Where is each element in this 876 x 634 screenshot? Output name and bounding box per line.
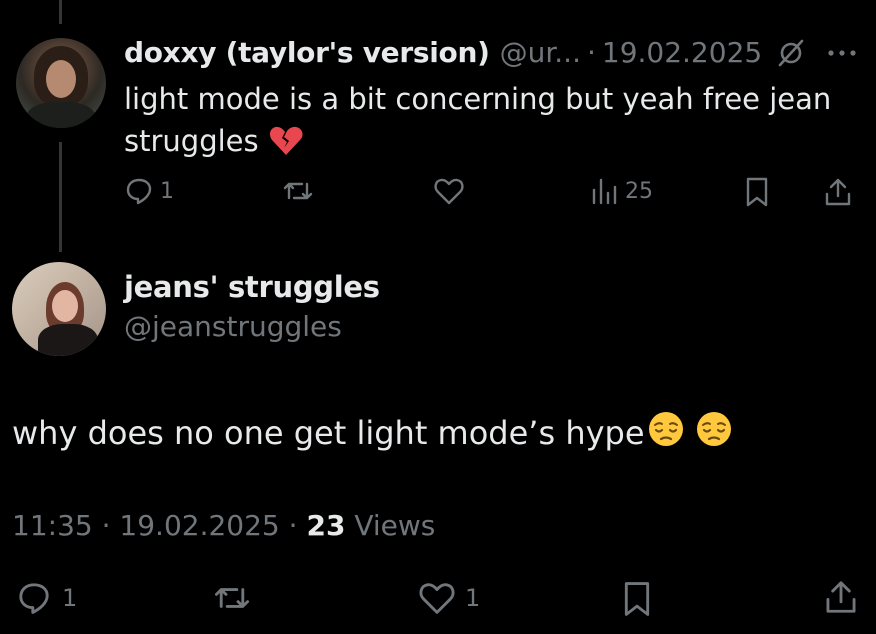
meta-separator: ·: [101, 509, 111, 542]
reply-icon: [16, 580, 52, 616]
main-like-action[interactable]: 1: [417, 580, 480, 616]
retweet-icon: [282, 176, 314, 206]
main-author-avatar[interactable]: [12, 262, 106, 356]
bookmark-action[interactable]: [743, 176, 771, 208]
main-reply-count: 1: [62, 584, 78, 612]
more-icon[interactable]: [824, 40, 860, 66]
main-bookmark-action[interactable]: [620, 580, 654, 618]
like-action[interactable]: [433, 176, 471, 206]
bookmark-icon: [743, 176, 771, 208]
retweet-action[interactable]: [282, 176, 320, 206]
main-tweet-body: why does no one get light mode’s hype: [12, 414, 645, 452]
thread-line-top: [59, 0, 62, 24]
reply-tweet-header: doxxy (taylor's version) @ur... · 19.02.…: [124, 34, 762, 70]
reply-tweet-body: light mode is a bit concerning but yeah …: [124, 82, 832, 158]
main-retweet-action[interactable]: [212, 580, 258, 616]
reply-count: 1: [160, 178, 174, 204]
reply-icon: [124, 176, 154, 206]
reply-action[interactable]: 1: [124, 176, 174, 206]
main-share-action[interactable]: [822, 578, 860, 616]
main-like-count: 1: [465, 584, 481, 612]
pensive-face-emoji-icon: [647, 410, 685, 456]
broken-heart-emoji-icon: [269, 125, 303, 168]
like-icon: [417, 580, 457, 616]
main-author-name[interactable]: jeans' struggles: [124, 270, 380, 304]
views-action[interactable]: 25: [589, 176, 653, 206]
views-count: 25: [625, 178, 653, 204]
main-tweet-views-label[interactable]: Views: [354, 509, 435, 542]
like-icon: [433, 176, 465, 206]
main-tweet-date[interactable]: 19.02.2025: [119, 509, 279, 542]
main-tweet-views-number[interactable]: 23: [306, 509, 345, 542]
thread-line-bottom: [59, 142, 62, 252]
reply-author-avatar[interactable]: [16, 38, 106, 128]
reply-author-name[interactable]: doxxy (taylor's version): [124, 36, 490, 69]
meta-separator: ·: [288, 509, 298, 542]
main-reply-action[interactable]: 1: [16, 580, 77, 616]
views-icon: [589, 176, 619, 206]
share-action[interactable]: [822, 176, 854, 208]
reply-tweet-text: light mode is a bit concerning but yeah …: [124, 78, 844, 168]
grok-icon[interactable]: [776, 38, 806, 68]
share-icon: [822, 176, 854, 208]
reply-author-handle[interactable]: @ur...: [500, 36, 581, 69]
retweet-icon: [212, 580, 252, 616]
main-tweet-text: why does no one get light mode’s hype: [12, 410, 733, 456]
share-icon: [822, 578, 860, 616]
main-tweet-meta: 11:35 · 19.02.2025 · 23 Views: [12, 509, 435, 542]
bookmark-icon: [620, 580, 654, 618]
tweet-thread-page: doxxy (taylor's version) @ur... · 19.02.…: [0, 0, 876, 634]
pensive-face-emoji-icon: [695, 410, 733, 456]
header-separator: ·: [586, 35, 596, 69]
main-tweet-time[interactable]: 11:35: [12, 509, 93, 542]
reply-tweet-date[interactable]: 19.02.2025: [602, 36, 762, 69]
main-author-handle[interactable]: @jeanstruggles: [124, 310, 342, 343]
